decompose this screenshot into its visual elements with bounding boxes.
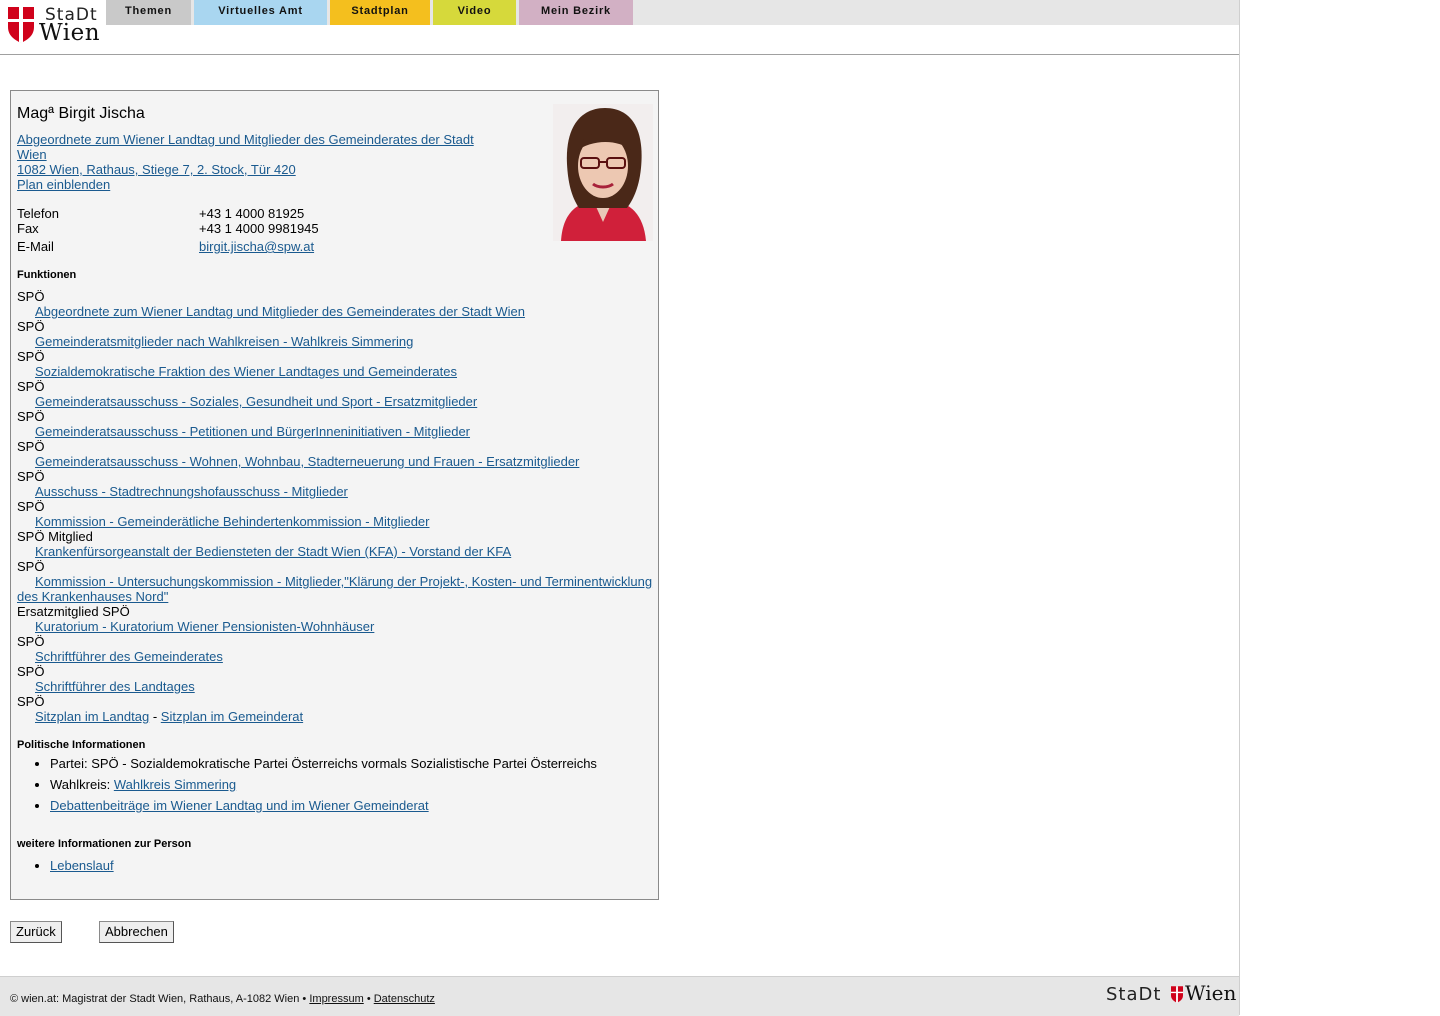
seating-party: SPÖ [17, 694, 45, 709]
header: StaDt Wien Themen Virtuelles Amt Stadtpl… [0, 0, 1239, 55]
function-party: SPÖ [17, 349, 45, 364]
vienna-shield-icon [1171, 986, 1183, 1003]
tab-mein-bezirk[interactable]: Mein Bezirk [519, 0, 633, 25]
main-navigation: Themen Virtuelles Amt Stadtplan Video Me… [106, 0, 1239, 25]
political-info-heading: Politische Informationen [17, 739, 146, 751]
fax-label: Fax [17, 221, 39, 236]
function-party: SPÖ [17, 319, 45, 334]
functions-heading: Funktionen [17, 269, 77, 281]
tab-stadtplan[interactable]: Stadtplan [330, 0, 430, 25]
tab-label: Stadtplan [351, 5, 409, 17]
tab-video[interactable]: Video [433, 0, 516, 25]
district-label: Wahlkreis: [50, 777, 111, 792]
function-link[interactable]: Gemeinderatsausschuss - Petitionen und B… [35, 424, 470, 439]
district-link[interactable]: Wahlkreis Simmering [114, 777, 236, 792]
function-link[interactable]: Schriftführer des Landtages [35, 679, 195, 694]
function-link[interactable]: Gemeinderatsmitglieder nach Wahlkreisen … [35, 334, 413, 349]
function-link[interactable]: Gemeinderatsausschuss - Wohnen, Wohnbau,… [35, 454, 579, 469]
tab-label: Video [457, 5, 492, 17]
seating-separator: - [152, 709, 158, 724]
function-link[interactable]: Schriftführer des Gemeinderates [35, 649, 223, 664]
party-label: Partei: [50, 756, 88, 771]
functions-list: SPÖ Abgeordnete zum Wiener Landtag und M… [17, 289, 657, 724]
footer: © wien.at: Magistrat der Stadt Wien, Rat… [0, 976, 1239, 1016]
footer-logo-wien: Wien [1185, 981, 1237, 1005]
page: StaDt Wien Themen Virtuelles Amt Stadtpl… [0, 0, 1240, 1016]
function-link[interactable]: Ausschuss - Stadtrechnungshofausschuss -… [35, 484, 348, 499]
function-link[interactable]: Gemeinderatsausschuss - Soziales, Gesund… [35, 394, 477, 409]
phone-label: Telefon [17, 206, 59, 221]
role-link[interactable]: Abgeordnete zum Wiener Landtag und Mitgl… [17, 132, 474, 162]
debates-link[interactable]: Debattenbeiträge im Wiener Landtag und i… [50, 798, 429, 813]
function-link[interactable]: Abgeordnete zum Wiener Landtag und Mitgl… [35, 304, 525, 319]
privacy-link[interactable]: Datenschutz [374, 993, 435, 1005]
function-link[interactable]: Krankenfürsorgeanstalt der Bediensteten … [35, 544, 511, 559]
logo-wien-text: Wien [39, 20, 101, 46]
address-link[interactable]: 1082 Wien, Rathaus, Stiege 7, 2. Stock, … [17, 162, 296, 177]
footer-bullet: • [302, 993, 307, 1005]
tab-label: Themen [125, 5, 172, 17]
cancel-button[interactable]: Abbrechen [99, 921, 174, 943]
tab-themen[interactable]: Themen [106, 0, 191, 25]
cv-link[interactable]: Lebenslauf [50, 858, 114, 873]
district-info-item: Wahlkreis: Wahlkreis Simmering [50, 777, 657, 792]
tab-label: Mein Bezirk [541, 5, 611, 17]
tab-virtuelles-amt[interactable]: Virtuelles Amt [194, 0, 327, 25]
function-link[interactable]: Kuratorium - Kuratorium Wiener Pensionis… [35, 619, 374, 634]
function-link[interactable]: Sozialdemokratische Fraktion des Wiener … [35, 364, 457, 379]
function-party: Ersatzmitglied SPÖ [17, 604, 130, 619]
footer-bullet: • [366, 993, 371, 1005]
function-party: SPÖ Mitglied [17, 529, 93, 544]
person-name: Magª Birgit Jischa [17, 105, 145, 122]
vienna-shield-icon [8, 7, 34, 43]
show-map-link[interactable]: Plan einblenden [17, 177, 110, 192]
seating-plan-gemeinderat-link[interactable]: Sitzplan im Gemeinderat [161, 709, 303, 724]
function-party: SPÖ [17, 379, 45, 394]
phone-value: +43 1 4000 81925 [199, 206, 305, 221]
function-link[interactable]: Kommission - Gemeinderätliche Behinderte… [35, 514, 430, 529]
function-party: SPÖ [17, 409, 45, 424]
tab-label: Virtuelles Amt [218, 5, 303, 17]
cv-item: Lebenslauf [50, 858, 657, 873]
more-info-heading: weitere Informationen zur Person [17, 838, 192, 850]
fax-value: +43 1 4000 9981945 [199, 221, 319, 236]
stadt-wien-logo[interactable]: StaDt Wien [6, 5, 101, 46]
imprint-link[interactable]: Impressum [309, 993, 363, 1005]
person-photo [553, 104, 653, 241]
function-link[interactable]: Kommission - Untersuchungskommission - M… [17, 574, 652, 604]
function-party: SPÖ [17, 559, 45, 574]
function-party: SPÖ [17, 499, 45, 514]
person-detail-box: Magª Birgit Jischa Abgeordnete zum Wiene… [10, 90, 659, 900]
email-label: E-Mail [17, 239, 54, 254]
debates-info-item: Debattenbeiträge im Wiener Landtag und i… [50, 798, 657, 813]
party-info-item: Partei: SPÖ - Sozialdemokratische Partei… [50, 756, 657, 771]
person-address-block: Abgeordnete zum Wiener Landtag und Mitgl… [17, 132, 487, 192]
function-party: SPÖ [17, 469, 45, 484]
function-party: SPÖ [17, 664, 45, 679]
function-party: SPÖ [17, 439, 45, 454]
more-info-list: Lebenslauf [17, 858, 657, 879]
seating-plans: Sitzplan im Landtag - Sitzplan im Gemein… [17, 709, 657, 724]
political-info-list: Partei: SPÖ - Sozialdemokratische Partei… [17, 756, 657, 819]
function-party: SPÖ [17, 289, 45, 304]
email-link[interactable]: birgit.jischa@spw.at [199, 239, 314, 254]
seating-plan-landtag-link[interactable]: Sitzplan im Landtag [35, 709, 149, 724]
footer-text: © wien.at: Magistrat der Stadt Wien, Rat… [10, 993, 435, 1005]
copyright-text: © wien.at: Magistrat der Stadt Wien, Rat… [10, 993, 300, 1005]
back-button[interactable]: Zurück [10, 921, 62, 943]
function-party: SPÖ [17, 634, 45, 649]
footer-logo-stadt: StaDt [1106, 984, 1162, 1005]
party-value: SPÖ - Sozialdemokratische Partei Österre… [91, 756, 597, 771]
footer-stadt-wien-logo[interactable]: StaDt Wien [1106, 981, 1236, 1007]
